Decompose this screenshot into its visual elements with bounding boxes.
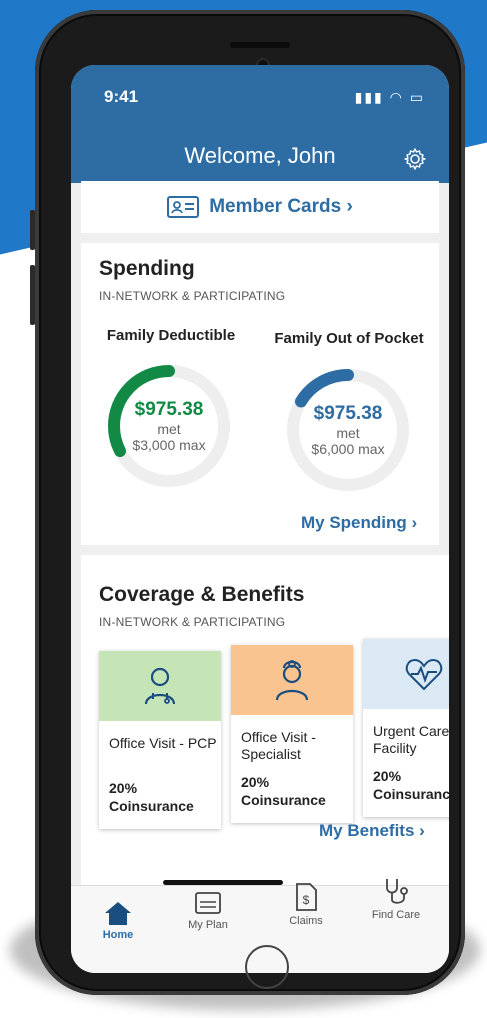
benefit-percent-value: 20%	[373, 768, 402, 784]
wifi-icon: ◠	[389, 89, 404, 105]
benefit-percent: 20% Coinsurance	[241, 773, 326, 809]
member-cards-button[interactable]: Member Cards ›	[81, 181, 439, 233]
benefit-card-header	[231, 645, 353, 715]
tab-my-plan-label: My Plan	[188, 919, 228, 931]
svg-text:$: $	[303, 893, 310, 907]
spending-subtitle: IN-NETWORK & PARTICIPATING	[99, 289, 286, 303]
volume-down-button	[30, 265, 35, 325]
id-card-icon	[167, 196, 200, 218]
tab-my-plan[interactable]: My Plan	[173, 890, 243, 931]
benefit-card-pcp[interactable]: Office Visit - PCP 20% Coinsurance	[99, 651, 221, 829]
phone-frame: 9:41 ▮▮▮ ◠ ▭ Welcome, John Member Cards …	[30, 10, 465, 995]
benefit-coinsurance-label: Coinsurance	[109, 798, 194, 814]
plan-card-icon	[195, 892, 221, 914]
benefit-name: Office Visit - Specialist	[241, 729, 316, 762]
tab-claims[interactable]: $ Claims	[271, 882, 341, 927]
home-button[interactable]	[245, 945, 289, 989]
claims-document-icon: $	[296, 883, 317, 911]
stethoscope-icon	[386, 879, 408, 904]
oop-amount: $975.38	[313, 403, 383, 424]
coverage-title: Coverage & Benefits	[99, 583, 305, 606]
tab-claims-label: Claims	[289, 915, 323, 927]
specialist-doctor-icon	[275, 660, 309, 701]
deductible-label: Family Deductible	[106, 327, 236, 344]
deductible-gauge-text: $975.38 met $3,000 max	[104, 361, 234, 491]
member-cards-label: Member Cards ›	[209, 196, 353, 217]
deductible-met: met	[157, 421, 181, 437]
doctor-stethoscope-icon	[144, 667, 176, 705]
phone-screen: 9:41 ▮▮▮ ◠ ▭ Welcome, John Member Cards …	[71, 65, 449, 973]
deductible-gauge: $975.38 met $3,000 max	[104, 361, 234, 491]
tab-find-care[interactable]: Find Care	[361, 876, 431, 921]
benefit-name: Urgent Care - Facility	[373, 723, 449, 756]
tab-home[interactable]: Home	[83, 900, 153, 941]
coverage-card: Coverage & Benefits IN-NETWORK & PARTICI…	[81, 555, 449, 885]
my-spending-link[interactable]: My Spending ›	[301, 513, 417, 533]
benefit-card-header	[363, 639, 449, 709]
volume-up-button	[30, 210, 35, 250]
oop-met: met	[336, 425, 360, 441]
status-time: 9:41	[104, 87, 139, 106]
status-icons: ▮▮▮ ◠ ▭	[355, 89, 425, 106]
my-benefits-link[interactable]: My Benefits ›	[319, 821, 425, 841]
battery-icon: ▭	[409, 89, 425, 105]
oop-max: $6,000 max	[311, 441, 385, 457]
coverage-subtitle: IN-NETWORK & PARTICIPATING	[99, 615, 286, 629]
benefit-percent-value: 20%	[109, 780, 138, 796]
oop-gauge-text: $975.38 met $6,000 max	[283, 365, 413, 495]
tab-find-care-label: Find Care	[371, 909, 421, 921]
benefit-coinsurance-label: Coinsurance	[373, 786, 449, 802]
oop-label: Family Out of Pocket	[274, 330, 424, 347]
benefit-card-specialist[interactable]: Office Visit - Specialist 20% Coinsuranc…	[231, 645, 353, 823]
spending-title: Spending	[99, 257, 195, 280]
signal-icon: ▮▮▮	[354, 89, 384, 105]
benefit-coinsurance-label: Coinsurance	[241, 792, 326, 808]
home-icon	[105, 902, 131, 925]
oop-gauge: $975.38 met $6,000 max	[283, 365, 413, 495]
benefit-card-urgent-care[interactable]: Urgent Care - Facility 20% Coinsurance	[363, 639, 449, 817]
benefit-card-header	[99, 651, 221, 721]
benefit-percent: 20% Coinsurance	[109, 779, 194, 815]
spending-card: Spending IN-NETWORK & PARTICIPATING Fami…	[81, 243, 439, 545]
welcome-title: Welcome, John	[184, 143, 336, 168]
benefit-percent: 20% Coinsurance	[373, 767, 449, 803]
header-bar: 9:41 ▮▮▮ ◠ ▭ Welcome, John	[71, 65, 449, 183]
home-indicator-bar	[163, 880, 283, 885]
deductible-max: $3,000 max	[132, 437, 206, 453]
settings-gear-icon[interactable]	[403, 147, 427, 171]
speaker-grille	[230, 42, 290, 48]
heartbeat-icon	[405, 658, 443, 691]
benefit-name: Office Visit - PCP	[109, 735, 217, 751]
benefit-percent-value: 20%	[241, 774, 270, 790]
deductible-amount: $975.38	[134, 399, 204, 420]
tab-home-label: Home	[102, 929, 134, 941]
